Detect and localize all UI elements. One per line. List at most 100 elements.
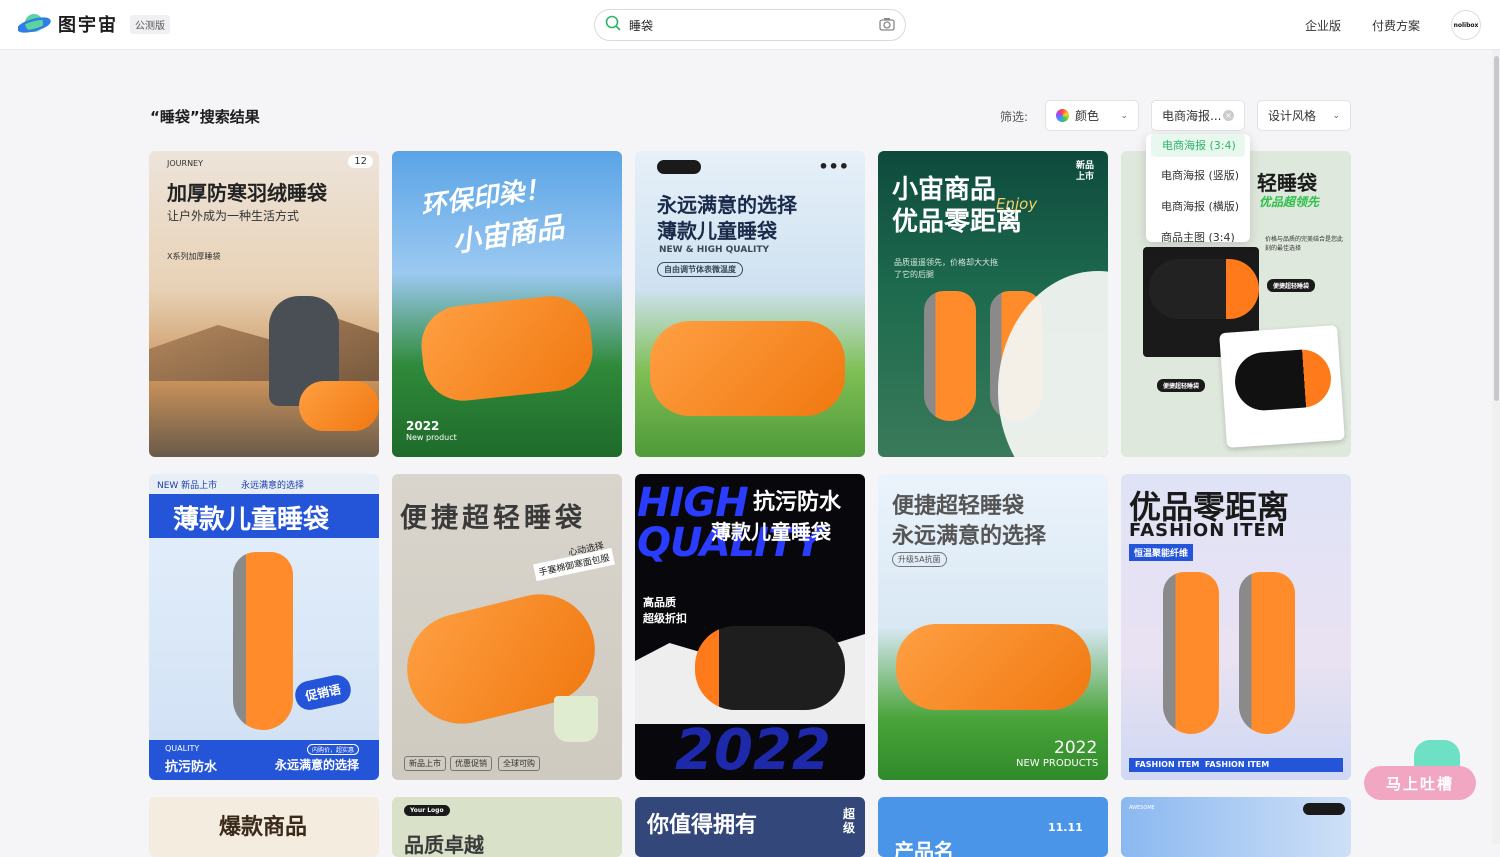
template-card[interactable]: 便捷超轻睡袋 永远满意的选择 升级5A抗菌 2022 NEW PRODUCTS <box>878 474 1108 780</box>
card-label: 永远满意的选择 <box>275 758 360 772</box>
search-icon[interactable] <box>605 15 621 35</box>
card-subtitle: FASHION ITEM <box>1129 520 1286 541</box>
logo[interactable]: 图宇宙 公测版 <box>17 10 170 38</box>
card-footer: FASHION ITEM FASHION ITEM <box>1135 760 1270 769</box>
dropdown-option[interactable]: 电商海报 (横版) <box>1146 190 1250 221</box>
search-bar[interactable] <box>594 9 906 41</box>
sleeping-bag-image <box>1149 259 1259 319</box>
card-tag: 永远满意的选择 <box>241 481 305 491</box>
template-card[interactable]: 你值得拥有 超级 <box>635 797 865 857</box>
card-title: 永远满意的选择 <box>892 524 1047 549</box>
plant-pot-shape <box>554 696 598 742</box>
chevron-down-icon: ⌄ <box>1120 110 1128 121</box>
type-filter-dropdown[interactable]: 电商海报... × <box>1151 100 1245 131</box>
template-card[interactable]: ••• 永远满意的选择 薄款儿童睡袋 NEW & HIGH QUALITY 自由… <box>635 151 865 457</box>
card-title: 薄款儿童睡袋 <box>711 520 831 544</box>
dropdown-option[interactable]: 商品主图 (3:4) <box>1146 221 1250 243</box>
card-side-text: 超级 <box>843 807 856 835</box>
sleeping-bag-image <box>1163 572 1219 734</box>
card-label: 抗污防水 <box>165 760 218 775</box>
card-note: X系列加厚睡袋 <box>167 252 221 261</box>
card-title: 轻睡袋 <box>1257 171 1317 195</box>
sleeping-bag-image <box>233 552 293 730</box>
style-filter-dropdown[interactable]: 设计风格 ⌄ <box>1257 100 1351 131</box>
clear-icon[interactable]: × <box>1223 110 1234 121</box>
card-title: 产品名 <box>894 839 954 857</box>
more-icon[interactable]: ••• <box>818 157 849 176</box>
card-subtitle: NEW PRODUCTS <box>1016 758 1099 769</box>
color-filter-dropdown[interactable]: 颜色 ⌄ <box>1045 100 1139 131</box>
dropdown-option[interactable]: 电商海报 (竖版) <box>1146 159 1250 190</box>
camera-icon[interactable] <box>879 16 895 35</box>
color-wheel-icon <box>1056 109 1069 122</box>
card-year: 2022 <box>1054 738 1098 758</box>
feedback-button[interactable]: 马上吐槽 <box>1364 766 1476 800</box>
chevron-down-icon: ⌄ <box>1332 110 1340 121</box>
template-card[interactable]: JOURNEY 12 加厚防寒羽绒睡袋 让户外成为一种生活方式 X系列加厚睡袋 <box>149 151 379 457</box>
card-date: 11.11 <box>1048 821 1083 834</box>
sleeping-bag-image <box>1233 347 1333 413</box>
dropdown-option[interactable]: 电商海报 (3:4) <box>1151 134 1245 157</box>
card-tag: 恒温聚能纤维 <box>1129 544 1194 561</box>
sleeping-bag-image <box>924 291 976 421</box>
color-filter-label: 颜色 <box>1075 109 1100 123</box>
card-subtitle: 优品超领先 <box>1259 195 1320 209</box>
card-title: 你值得拥有 <box>647 813 758 838</box>
card-title: 加厚防寒羽绒睡袋 <box>167 181 327 205</box>
card-tag: NEW 新品上市 <box>157 481 218 491</box>
beta-badge: 公测版 <box>130 14 170 34</box>
card-subtitle: New product <box>406 433 457 442</box>
card-title: 便捷超轻睡袋 <box>892 494 1025 519</box>
template-card[interactable]: 11.11 产品名 <box>878 797 1108 857</box>
top-navigation-bar: 图宇宙 公测版 企业版 付费方案 nolibox <box>0 0 1500 50</box>
template-card[interactable]: 小宙商品 优品零距离 Enjoy 新品上市 品质遥遥领先，价格却大大拖了它的后腿 <box>878 151 1108 457</box>
filter-label: 筛选: <box>1000 110 1029 124</box>
card-subtitle: AWESOME <box>1129 805 1155 811</box>
card-title: 爆款商品 <box>219 815 308 840</box>
card-subtitle: 让户外成为一种生活方式 <box>167 209 300 223</box>
card-year: 2022 <box>406 419 440 433</box>
sleeping-bag-image <box>896 624 1091 710</box>
template-card[interactable]: Your Logo 品质卓越 <box>392 797 622 857</box>
template-card[interactable]: HIGH QUALITY 抗污防水 薄款儿童睡袋 高品质 超级折扣 2022 <box>635 474 865 780</box>
avatar[interactable]: nolibox <box>1451 10 1481 40</box>
template-card[interactable]: NEW 新品上市 永远满意的选择 薄款儿童睡袋 促销语 QUALITY 抗污防水… <box>149 474 379 780</box>
brand-logo <box>1303 803 1345 815</box>
template-card[interactable]: AWESOME <box>1121 797 1351 857</box>
card-label: QUALITY <box>165 744 200 753</box>
card-desc: 价格与品质的完美结合是您此刻的最佳选择 <box>1265 236 1344 252</box>
search-input[interactable] <box>629 18 879 32</box>
scrollbar-thumb[interactable] <box>1494 56 1499 401</box>
card-title: 薄款儿童睡袋 <box>657 219 777 243</box>
sleeping-bag-image <box>1239 572 1295 734</box>
card-pill: 升级5A抗菌 <box>892 552 947 567</box>
card-title: 抗污防水 <box>753 490 842 515</box>
card-pill: 内购价，超实惠 <box>307 744 360 755</box>
promo-badge: 促销语 <box>292 672 354 713</box>
enterprise-link[interactable]: 企业版 <box>1305 17 1341 34</box>
sleeping-bag-image <box>650 321 845 416</box>
mountain-shape <box>149 317 379 381</box>
pricing-link[interactable]: 付费方案 <box>1372 17 1420 34</box>
page-count-badge: 12 <box>348 155 373 168</box>
template-card[interactable]: 爆款商品 <box>149 797 379 857</box>
sleeping-bag-image <box>299 381 379 431</box>
template-card[interactable]: 优品零距离 FASHION ITEM 恒温聚能纤维 FASHION ITEM F… <box>1121 474 1351 780</box>
card-tag: 优惠促销 <box>450 756 492 771</box>
type-filter-label: 电商海报... <box>1162 109 1222 123</box>
template-card[interactable]: 便捷超轻睡袋 心动选择 手塞棉御寒面包服 新品上市 优惠促销 全球可购 <box>392 474 622 780</box>
brand-logo <box>657 160 701 174</box>
card-tag: 全球可购 <box>498 756 540 771</box>
card-subtitle: NEW & HIGH QUALITY <box>659 245 770 255</box>
sleeping-bag-image <box>417 292 597 405</box>
card-pill: 自由调节体表微温度 <box>657 262 743 277</box>
style-filter-label: 设计风格 <box>1268 109 1317 123</box>
card-title: 便捷超轻睡袋 <box>400 503 586 534</box>
planet-logo-icon <box>17 10 52 38</box>
card-accent: Enjoy <box>996 195 1038 213</box>
card-label: 便捷超轻睡袋 <box>1157 379 1206 392</box>
card-subtitle: 高品质 <box>643 596 676 609</box>
card-tag: JOURNEY <box>167 159 203 168</box>
template-card[interactable]: 环保印染！ 小宙商品 2022 New product <box>392 151 622 457</box>
card-label: 便捷超轻睡袋 <box>1267 279 1316 292</box>
